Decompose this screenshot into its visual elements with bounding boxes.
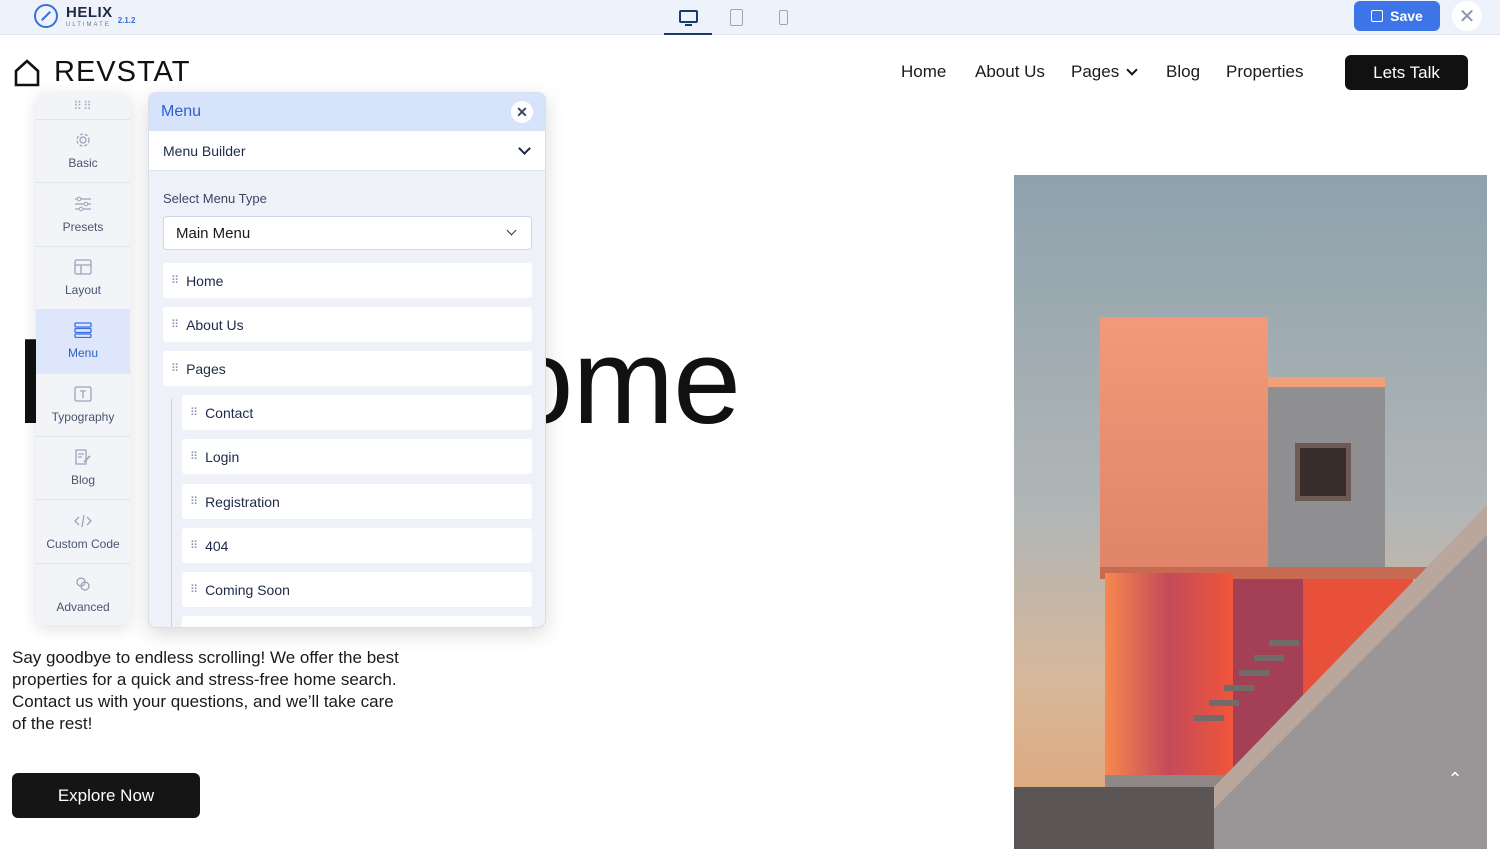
menu-item-label: Registration	[205, 493, 280, 510]
sliders-icon	[75, 196, 91, 211]
chevron-down-icon	[518, 142, 531, 155]
save-label: Save	[1390, 8, 1423, 24]
layout-icon	[74, 259, 92, 275]
menu-type-select[interactable]: Main Menu	[163, 216, 532, 250]
sidebar-item-advanced[interactable]: Advanced	[36, 564, 130, 625]
drag-handle-icon[interactable]: ⠿	[190, 495, 198, 508]
site-brand: REVSTAT	[54, 56, 191, 88]
logo-subtitle: ULTIMATE	[66, 21, 111, 28]
panel-title: Menu	[161, 103, 202, 120]
drag-handle-icon[interactable]: ⠿	[190, 406, 198, 419]
menu-item-login[interactable]: ⠿ Login	[182, 439, 532, 474]
sidebar-item-label: Menu	[67, 346, 99, 361]
mobile-view-button[interactable]	[759, 0, 807, 35]
menu-item-label: Contact	[205, 404, 254, 421]
typography-icon	[74, 386, 92, 402]
menu-builder-label: Menu Builder	[163, 142, 246, 159]
menu-item-contact[interactable]: ⠿ Contact	[182, 395, 532, 430]
drag-handle-icon[interactable]: ⠿⠿	[36, 92, 130, 120]
close-icon: ✕	[1458, 5, 1476, 28]
drag-handle-icon[interactable]: ⠿	[171, 362, 179, 375]
menu-item-home[interactable]: ⠿ Home	[163, 263, 532, 298]
version-label: 2.1.2	[117, 16, 136, 25]
site-logo[interactable]: REVSTAT	[14, 56, 190, 89]
house-icon	[14, 58, 40, 86]
nav-pages[interactable]: Pages	[1071, 62, 1138, 82]
hero-image	[1014, 175, 1487, 849]
sidebar-item-presets[interactable]: Presets	[36, 183, 130, 247]
menu-item-label: Coming Soon	[205, 581, 290, 598]
sidebar-item-menu[interactable]: Menu	[36, 310, 130, 374]
menu-builder-accordion[interactable]: Menu Builder	[149, 131, 545, 171]
menu-item-coming-soon[interactable]: ⠿ Coming Soon	[182, 572, 532, 607]
tablet-view-button[interactable]	[712, 0, 760, 35]
menu-item-label: Home	[186, 272, 224, 289]
menu-panel: Menu ✕ Menu Builder Select Menu Type Mai…	[148, 92, 546, 628]
menu-item-pages[interactable]: ⠿ Pages	[163, 351, 532, 386]
blog-icon	[75, 449, 91, 465]
nav-home[interactable]: Home	[901, 62, 946, 82]
sidebar-item-label: Presets	[62, 219, 104, 234]
explore-now-button[interactable]: Explore Now	[12, 773, 200, 818]
panel-header: Menu ✕	[149, 93, 545, 131]
desktop-icon	[678, 10, 698, 26]
sidebar-item-typography[interactable]: Typography	[36, 374, 130, 437]
tablet-icon	[729, 9, 743, 26]
drag-handle-icon[interactable]: ⠿	[171, 274, 179, 287]
mobile-icon	[778, 10, 788, 25]
building-illustration	[1014, 175, 1487, 849]
sidebar-item-layout[interactable]: Layout	[36, 247, 130, 311]
close-editor-button[interactable]: ✕	[1452, 1, 1482, 31]
menu-item-partial[interactable]	[182, 616, 532, 627]
chevron-up-icon: ⌃	[1447, 768, 1463, 789]
sidebar-item-label: Blog	[70, 473, 96, 488]
chevron-down-icon	[1126, 64, 1138, 76]
save-icon	[1371, 10, 1384, 22]
menu-item-label: 404	[205, 537, 229, 554]
lets-talk-button[interactable]: Lets Talk	[1345, 55, 1468, 90]
desktop-view-button[interactable]	[664, 0, 712, 35]
drag-handle-icon[interactable]: ⠿	[190, 539, 198, 552]
gear-icon	[76, 133, 90, 147]
nav-properties[interactable]: Properties	[1226, 62, 1303, 82]
sidebar-item-label: Advanced	[56, 600, 110, 615]
save-button[interactable]: Save	[1354, 1, 1440, 31]
logo-name: HELIX	[66, 3, 113, 21]
sidebar-item-custom-code[interactable]: Custom Code	[36, 500, 130, 564]
sidebar-item-basic[interactable]: Basic	[36, 120, 130, 184]
drag-handle-icon[interactable]: ⠿	[190, 450, 198, 463]
editor-toolbar: HELIX ULTIMATE 2.1.2 Save ✕	[0, 0, 1500, 35]
hero-text: Say goodbye to endless scrolling! We off…	[12, 648, 399, 733]
drag-handle-icon[interactable]: ⠿	[190, 583, 198, 596]
menu-type-label: Select Menu Type	[163, 191, 267, 206]
sidebar-item-label: Layout	[64, 282, 102, 297]
menu-item-registration[interactable]: ⠿ Registration	[182, 484, 532, 519]
nav-blog[interactable]: Blog	[1166, 62, 1200, 82]
menu-icon	[74, 322, 92, 339]
menu-item-404[interactable]: ⠿ 404	[182, 528, 532, 563]
settings-sidebar: ⠿⠿ Basic Presets Layout Menu Typography …	[36, 92, 130, 625]
drag-handle-icon[interactable]: ⠿	[171, 318, 179, 331]
chevron-down-icon	[506, 225, 517, 236]
scroll-to-top-button[interactable]: ⌃	[1437, 761, 1473, 797]
panel-close-button[interactable]: ✕	[511, 101, 533, 123]
close-icon: ✕	[516, 103, 528, 120]
sidebar-item-label: Typography	[51, 409, 115, 424]
advanced-icon	[76, 577, 90, 592]
sidebar-item-label: Custom Code	[46, 536, 120, 551]
menu-type-value: Main Menu	[176, 224, 251, 242]
nav-about-us[interactable]: About Us	[975, 62, 1045, 82]
tree-connector	[171, 399, 172, 627]
sidebar-item-blog[interactable]: Blog	[36, 437, 130, 501]
menu-item-label: Login	[205, 448, 240, 465]
menu-item-about-us[interactable]: ⠿ About Us	[163, 307, 532, 342]
menu-item-label: Pages	[186, 360, 226, 377]
helix-logo-icon	[34, 4, 58, 28]
sidebar-item-label: Basic	[68, 156, 98, 171]
nav-pages-label: Pages	[1071, 62, 1120, 81]
code-icon	[74, 514, 92, 527]
helix-logo: HELIX ULTIMATE 2.1.2	[34, 4, 135, 28]
menu-item-label: About Us	[186, 316, 244, 333]
